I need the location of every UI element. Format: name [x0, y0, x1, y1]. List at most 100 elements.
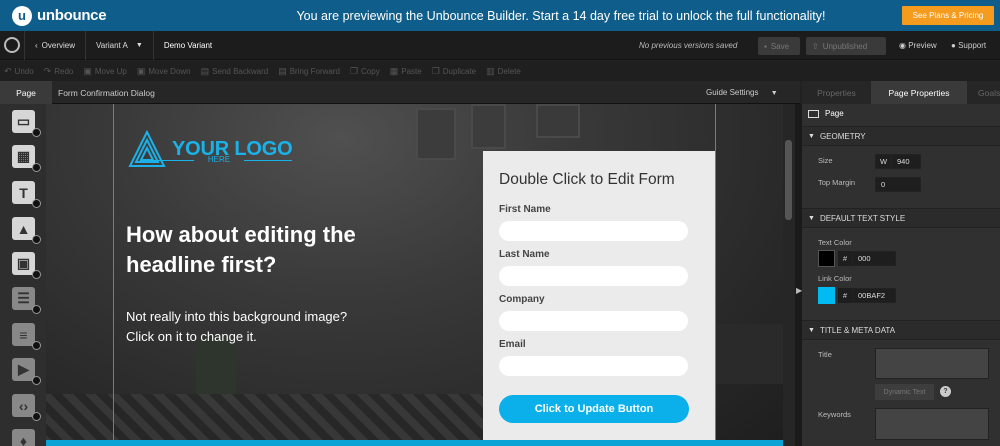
scrollbar-thumb[interactable]	[785, 140, 792, 220]
badge-icon	[32, 412, 41, 421]
widget-sidebar: ▭ ▦ T ▲ ▣ ☰ ≡ ▶ ‹› ♦	[0, 104, 46, 446]
dynamic-text-button[interactable]: Dynamic Text	[875, 384, 934, 400]
submit-button[interactable]: Click to Update Button	[499, 395, 689, 423]
undo-label: Undo	[14, 66, 34, 76]
chevron-left-icon: ‹	[35, 40, 38, 50]
bring-forward-icon: ▤	[278, 65, 287, 76]
guide-settings-dropdown[interactable]: Guide Settings ▼	[706, 88, 778, 97]
move-up-button[interactable]: ▣ Move Up	[83, 66, 127, 77]
delete-button[interactable]: ▥ Delete	[486, 66, 521, 77]
email-field[interactable]	[499, 356, 688, 376]
send-backward-button[interactable]: ▤ Send Backward	[201, 66, 269, 77]
link-color-swatch[interactable]	[818, 287, 835, 304]
last-name-field[interactable]	[499, 266, 688, 286]
copy-icon: ❐	[349, 65, 359, 76]
tab-properties[interactable]: Properties	[802, 81, 871, 104]
text-style-label: DEFAULT TEXT STYLE	[819, 213, 906, 223]
preview-link[interactable]: ◉ Preview	[899, 41, 937, 50]
button-widget-icon[interactable]: ▣	[12, 252, 41, 279]
list-widget-icon[interactable]: ≡	[12, 323, 41, 350]
chevron-down-icon: ▼	[808, 214, 815, 222]
support-link[interactable]: ● Support	[951, 41, 986, 50]
undo-icon: ↶	[4, 65, 12, 76]
panel-tabs: Properties Page Properties Goals	[802, 81, 1000, 104]
save-button[interactable]: ▪ Save	[758, 37, 800, 55]
move-up-icon: ▣	[83, 65, 92, 76]
keywords-textarea[interactable]	[875, 408, 989, 440]
text-color-input[interactable]: 000	[852, 251, 896, 266]
text-color-swatch[interactable]	[818, 250, 835, 267]
subheadline[interactable]: Not really into this background image? C…	[126, 307, 366, 347]
redo-button[interactable]: ↷ Redo	[44, 66, 74, 77]
box-widget-icon[interactable]: ▭	[12, 110, 41, 137]
help-icon[interactable]: ?	[940, 386, 951, 397]
overview-link[interactable]: ‹ Overview	[29, 31, 81, 60]
email-label: Email	[499, 339, 526, 350]
chevron-down-icon: ▼	[808, 326, 815, 334]
save-label: Save	[770, 41, 790, 51]
paste-icon: ▦	[389, 65, 399, 76]
lead-form[interactable]: Double Click to Edit Form First Name Las…	[483, 151, 715, 446]
link-color-input[interactable]: 00BAF2	[852, 288, 896, 303]
background-frame-3	[536, 104, 580, 138]
social-widget-icon[interactable]: ♦	[12, 429, 35, 446]
top-margin-input[interactable]: 0	[875, 177, 921, 192]
divider	[152, 30, 154, 60]
text-color-label: Text Color	[818, 238, 852, 247]
width-input[interactable]: 940	[891, 154, 921, 169]
publish-button[interactable]: ⇧ Unpublished	[806, 37, 886, 55]
video-widget-icon[interactable]: ▶	[12, 358, 41, 385]
tab-goals[interactable]: Goals	[967, 81, 1000, 104]
top-margin-label: Top Margin	[818, 178, 856, 187]
meta-section[interactable]: ▼ TITLE & META DATA	[802, 320, 1000, 340]
undo-button[interactable]: ↶ Undo	[4, 66, 34, 77]
duplicate-label: Duplicate	[442, 66, 477, 76]
form-widget-icon[interactable]: ☰	[12, 287, 41, 314]
title-textarea[interactable]	[875, 348, 989, 379]
bring-forward-button[interactable]: ▤ Bring Forward	[278, 66, 340, 77]
dialog-link[interactable]: Form Confirmation Dialog	[58, 88, 155, 98]
text-widget-icon[interactable]: T	[12, 181, 41, 208]
caret-down-icon: ▼	[770, 90, 778, 97]
code-widget-icon[interactable]: ‹›	[12, 394, 41, 421]
redo-label: Redo	[54, 66, 74, 76]
form-title[interactable]: Double Click to Edit Form	[499, 171, 675, 189]
bring-forward-label: Bring Forward	[289, 66, 340, 76]
background-frame-2	[471, 104, 506, 149]
preview-banner: u unbounce You are previewing the Unboun…	[0, 0, 1000, 31]
page-canvas[interactable]: YOUR LOGO HERE How about editing the hea…	[46, 104, 783, 446]
send-backward-icon: ▤	[200, 65, 210, 76]
upload-icon: ⇧	[812, 41, 819, 51]
app-menu-icon[interactable]	[4, 37, 20, 53]
image-widget-icon[interactable]: ▲	[12, 217, 41, 244]
variant-label: Variant A	[96, 40, 128, 50]
section-widget-icon[interactable]: ▦	[12, 145, 41, 172]
variant-select[interactable]: Variant A ▼	[90, 31, 149, 60]
publish-label: Unpublished	[822, 41, 868, 51]
first-name-field[interactable]	[499, 221, 688, 241]
badge-icon	[32, 305, 41, 314]
top-nav: ‹ Overview Variant A ▼ Demo Variant No p…	[0, 30, 1000, 60]
meta-label: TITLE & META DATA	[819, 325, 896, 335]
tab-page[interactable]: Page	[0, 81, 52, 104]
headline[interactable]: How about editing the headline first?	[126, 220, 406, 280]
trash-icon: ▥	[486, 65, 495, 76]
move-down-button[interactable]: ▣ Move Down	[137, 66, 191, 77]
title-label: Title	[818, 350, 832, 359]
company-field[interactable]	[499, 311, 688, 331]
page-bar: Page Form Confirmation Dialog Guide Sett…	[0, 81, 800, 104]
variant-name[interactable]: Demo Variant	[158, 31, 218, 60]
geometry-section[interactable]: ▼ GEOMETRY	[802, 126, 1000, 146]
duplicate-button[interactable]: ❐ Duplicate	[432, 66, 476, 77]
copy-button[interactable]: ❐ Copy	[350, 66, 380, 77]
guide-line-bottom	[46, 440, 783, 446]
caret-down-icon: ▼	[135, 41, 143, 49]
text-style-section[interactable]: ▼ DEFAULT TEXT STYLE	[802, 208, 1000, 228]
canvas-scrollbar[interactable]	[783, 104, 795, 446]
see-plans-button[interactable]: See Plans & Pricing	[902, 6, 994, 25]
paste-button[interactable]: ▦ Paste	[390, 66, 422, 77]
unbounce-brand[interactable]: u unbounce	[12, 5, 132, 26]
copy-label: Copy	[361, 66, 380, 76]
panel-collapse-strip[interactable]: ▶	[795, 104, 802, 446]
tab-page-properties[interactable]: Page Properties	[871, 81, 967, 104]
